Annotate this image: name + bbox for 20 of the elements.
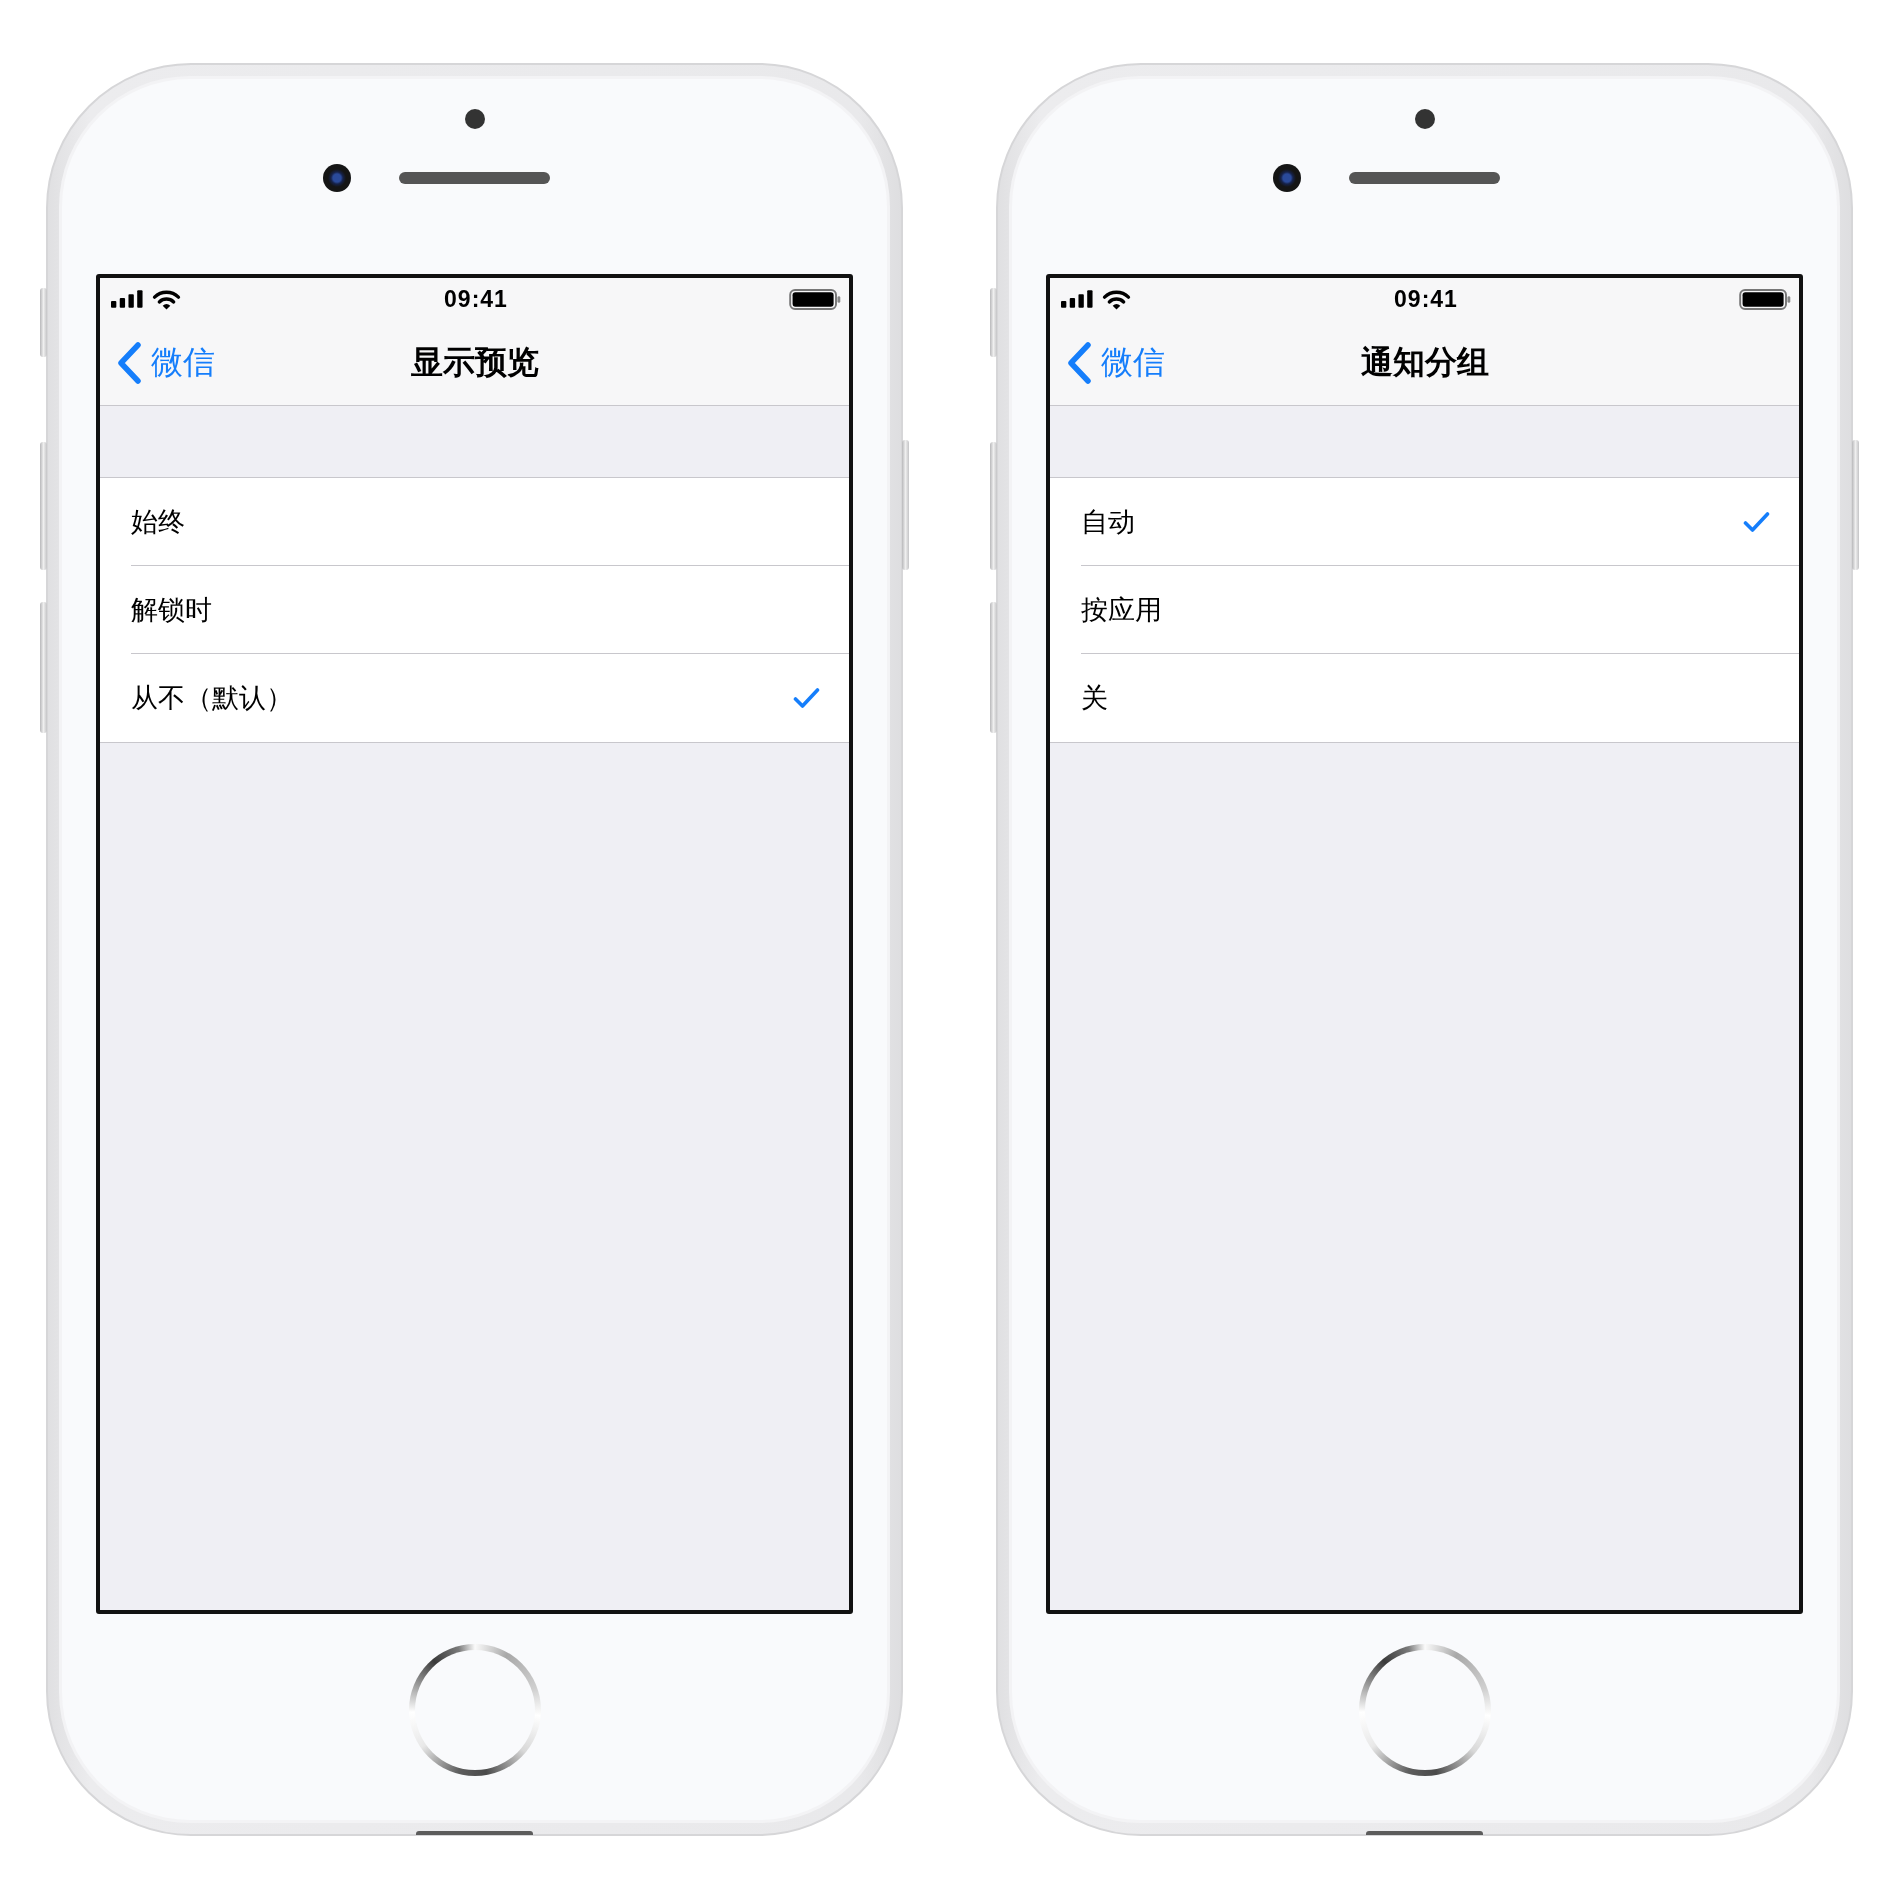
back-chevron-icon bbox=[116, 341, 142, 384]
back-chevron-icon bbox=[1066, 341, 1092, 384]
back-button[interactable]: 微信 bbox=[116, 341, 215, 384]
status-time: 09:41 bbox=[1394, 285, 1458, 313]
back-button[interactable]: 微信 bbox=[1066, 341, 1165, 384]
wifi-icon bbox=[1102, 288, 1131, 310]
camera-lens-icon bbox=[323, 164, 351, 192]
battery-icon bbox=[1739, 288, 1791, 310]
side-button-drawing bbox=[40, 288, 47, 357]
nav-title: 通知分组 bbox=[1360, 341, 1489, 383]
camera-lens-icon bbox=[1273, 164, 1301, 192]
side-button-drawing bbox=[990, 288, 997, 357]
wifi-icon bbox=[152, 288, 181, 310]
status-time: 09:41 bbox=[444, 285, 508, 313]
sensor-dot-icon bbox=[464, 109, 485, 129]
battery-icon bbox=[789, 288, 841, 310]
signal-icon bbox=[111, 290, 144, 308]
nav-title: 显示预览 bbox=[410, 341, 539, 383]
sensor-dot-icon bbox=[1414, 109, 1435, 129]
signal-icon bbox=[1061, 290, 1094, 308]
